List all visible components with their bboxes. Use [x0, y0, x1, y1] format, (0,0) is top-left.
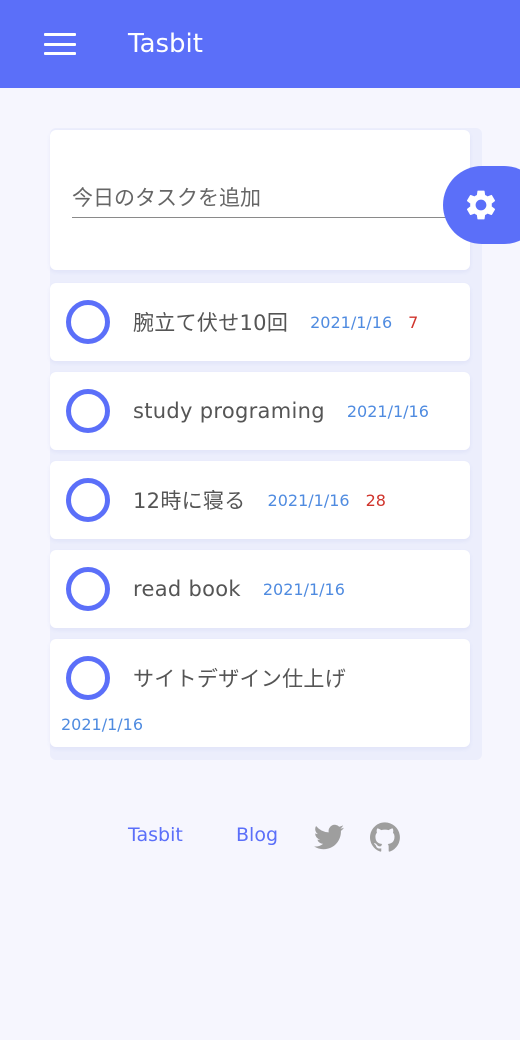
add-task-input[interactable] [72, 178, 452, 218]
task-item: サイトデザイン仕上げ 2021/1/16 [50, 639, 470, 747]
task-title: study programing [133, 399, 325, 423]
task-date: 2021/1/16 [61, 715, 144, 734]
task-title: 12時に寝る [133, 489, 246, 513]
task-item: 腕立て伏せ10回 2021/1/16 7 [50, 283, 470, 361]
github-icon[interactable] [370, 822, 400, 856]
twitter-icon[interactable] [314, 822, 344, 856]
footer-link-blog[interactable]: Blog [236, 824, 278, 846]
task-item: study programing 2021/1/16 [50, 372, 470, 450]
task-date: 2021/1/16 [310, 312, 393, 332]
task-date: 2021/1/16 [262, 579, 345, 599]
task-date: 2021/1/16 [267, 490, 350, 510]
task-title: サイトデザイン仕上げ [133, 667, 346, 691]
task-complete-toggle[interactable] [66, 478, 110, 522]
footer-link-tasbit[interactable]: Tasbit [128, 824, 183, 846]
task-count: 28 [365, 490, 386, 510]
settings-button[interactable] [443, 166, 520, 244]
task-title: 腕立て伏せ10回 [133, 311, 289, 335]
task-complete-toggle[interactable] [66, 656, 110, 700]
task-complete-toggle[interactable] [66, 567, 110, 611]
task-item: read book 2021/1/16 [50, 550, 470, 628]
task-complete-toggle[interactable] [66, 389, 110, 433]
task-item: 12時に寝る 2021/1/16 28 [50, 461, 470, 539]
footer: Tasbit Blog [0, 818, 520, 858]
app-title: Tasbit [128, 29, 203, 59]
hamburger-menu-icon[interactable] [44, 33, 76, 55]
add-task-card [50, 130, 470, 270]
task-complete-toggle[interactable] [66, 300, 110, 344]
task-date: 2021/1/16 [346, 401, 429, 421]
task-title: read book [133, 577, 241, 601]
app-bar: Tasbit [0, 0, 520, 88]
task-count: 7 [408, 312, 419, 332]
gear-icon [466, 190, 496, 220]
